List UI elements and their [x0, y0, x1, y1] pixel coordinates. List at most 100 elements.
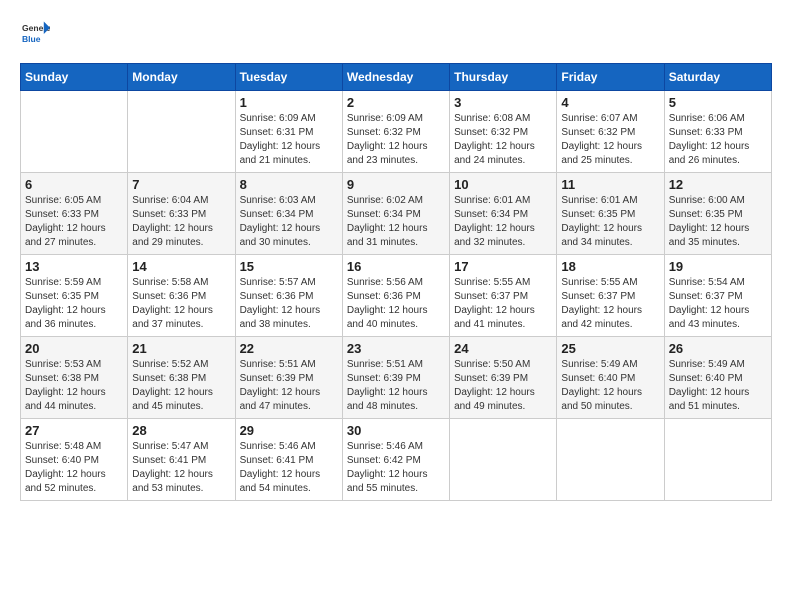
day-info: Sunrise: 5:57 AM Sunset: 6:36 PM Dayligh… [240, 276, 338, 332]
calendar-cell: 20Sunrise: 5:53 AM Sunset: 6:38 PM Dayli… [21, 337, 128, 419]
day-number: 30 [347, 423, 445, 438]
day-number: 28 [132, 423, 230, 438]
day-number: 2 [347, 95, 445, 110]
day-number: 11 [561, 177, 659, 192]
calendar-cell: 11 Sunrise: 6:01 AM Sunset: 6:35 PM Dayli… [557, 173, 664, 255]
logo-icon: General Blue [22, 20, 50, 48]
day-info: Sunrise: 5:46 AM Sunset: 6:41 PM Dayligh… [240, 440, 338, 496]
calendar-week-row: 6 Sunrise: 6:05 AM Sunset: 6:33 PM Daylig… [21, 173, 772, 255]
calendar-cell: 13Sunrise: 5:59 AM Sunset: 6:35 PM Dayli… [21, 255, 128, 337]
day-number: 18 [561, 259, 659, 274]
day-info: Sunrise: 6:07 AM Sunset: 6:32 PM Dayligh… [561, 112, 659, 168]
day-info: Sunrise: 5:51 AM Sunset: 6:39 PM Dayligh… [240, 358, 338, 414]
calendar-cell [664, 419, 771, 501]
calendar-cell: 6 Sunrise: 6:05 AM Sunset: 6:33 PM Daylig… [21, 173, 128, 255]
day-info: Sunrise: 6:05 AM Sunset: 6:33 PM Dayligh… [25, 194, 123, 250]
day-number: 16 [347, 259, 445, 274]
day-number: 19 [669, 259, 767, 274]
calendar-cell [557, 419, 664, 501]
day-info: Sunrise: 5:46 AM Sunset: 6:42 PM Dayligh… [347, 440, 445, 496]
calendar-cell [128, 91, 235, 173]
calendar-cell: 10 Sunrise: 6:01 AM Sunset: 6:34 PM Dayli… [450, 173, 557, 255]
day-number: 12 [669, 177, 767, 192]
day-number: 21 [132, 341, 230, 356]
calendar-cell: 9 Sunrise: 6:02 AM Sunset: 6:34 PM Daylig… [342, 173, 449, 255]
svg-text:Blue: Blue [22, 34, 41, 44]
day-number: 5 [669, 95, 767, 110]
day-info: Sunrise: 5:53 AM Sunset: 6:38 PM Dayligh… [25, 358, 123, 414]
weekday-header-cell: Sunday [21, 64, 128, 91]
calendar-table: SundayMondayTuesdayWednesdayThursdayFrid… [20, 63, 772, 501]
day-number: 17 [454, 259, 552, 274]
calendar-cell: 3 Sunrise: 6:08 AM Sunset: 6:32 PM Daylig… [450, 91, 557, 173]
day-info: Sunrise: 6:06 AM Sunset: 6:33 PM Dayligh… [669, 112, 767, 168]
day-info: Sunrise: 5:48 AM Sunset: 6:40 PM Dayligh… [25, 440, 123, 496]
weekday-header-cell: Wednesday [342, 64, 449, 91]
day-number: 3 [454, 95, 552, 110]
logo: General Blue [20, 20, 50, 53]
day-info: Sunrise: 5:58 AM Sunset: 6:36 PM Dayligh… [132, 276, 230, 332]
day-info: Sunrise: 6:08 AM Sunset: 6:32 PM Dayligh… [454, 112, 552, 168]
day-number: 9 [347, 177, 445, 192]
header: General Blue [20, 20, 772, 53]
day-info: Sunrise: 5:54 AM Sunset: 6:37 PM Dayligh… [669, 276, 767, 332]
day-info: Sunrise: 6:01 AM Sunset: 6:35 PM Dayligh… [561, 194, 659, 250]
calendar-cell: 5 Sunrise: 6:06 AM Sunset: 6:33 PM Daylig… [664, 91, 771, 173]
calendar-cell [21, 91, 128, 173]
day-number: 6 [25, 177, 123, 192]
day-info: Sunrise: 6:04 AM Sunset: 6:33 PM Dayligh… [132, 194, 230, 250]
calendar-cell: 25 Sunrise: 5:49 AM Sunset: 6:40 PM Dayli… [557, 337, 664, 419]
day-number: 10 [454, 177, 552, 192]
day-number: 24 [454, 341, 552, 356]
calendar-week-row: 13Sunrise: 5:59 AM Sunset: 6:35 PM Dayli… [21, 255, 772, 337]
day-info: Sunrise: 6:02 AM Sunset: 6:34 PM Dayligh… [347, 194, 445, 250]
day-info: Sunrise: 5:49 AM Sunset: 6:40 PM Dayligh… [561, 358, 659, 414]
calendar-cell: 24Sunrise: 5:50 AM Sunset: 6:39 PM Dayli… [450, 337, 557, 419]
calendar-week-row: 20Sunrise: 5:53 AM Sunset: 6:38 PM Dayli… [21, 337, 772, 419]
calendar-cell: 16 Sunrise: 5:56 AM Sunset: 6:36 PM Dayli… [342, 255, 449, 337]
calendar-cell: 7 Sunrise: 6:04 AM Sunset: 6:33 PM Daylig… [128, 173, 235, 255]
day-info: Sunrise: 5:55 AM Sunset: 6:37 PM Dayligh… [454, 276, 552, 332]
weekday-header-cell: Saturday [664, 64, 771, 91]
calendar-week-row: 27 Sunrise: 5:48 AM Sunset: 6:40 PM Dayli… [21, 419, 772, 501]
weekday-header-cell: Thursday [450, 64, 557, 91]
weekday-header-cell: Friday [557, 64, 664, 91]
day-info: Sunrise: 5:49 AM Sunset: 6:40 PM Dayligh… [669, 358, 767, 414]
day-info: Sunrise: 5:51 AM Sunset: 6:39 PM Dayligh… [347, 358, 445, 414]
calendar-cell: 15 Sunrise: 5:57 AM Sunset: 6:36 PM Dayli… [235, 255, 342, 337]
weekday-header-cell: Monday [128, 64, 235, 91]
calendar-cell: 4 Sunrise: 6:07 AM Sunset: 6:32 PM Daylig… [557, 91, 664, 173]
calendar-cell: 19 Sunrise: 5:54 AM Sunset: 6:37 PM Dayli… [664, 255, 771, 337]
day-number: 8 [240, 177, 338, 192]
day-number: 27 [25, 423, 123, 438]
calendar-cell: 28 Sunrise: 5:47 AM Sunset: 6:41 PM Dayli… [128, 419, 235, 501]
weekday-header-row: SundayMondayTuesdayWednesdayThursdayFrid… [21, 64, 772, 91]
calendar-cell: 18 Sunrise: 5:55 AM Sunset: 6:37 PM Dayli… [557, 255, 664, 337]
calendar-header: SundayMondayTuesdayWednesdayThursdayFrid… [21, 64, 772, 91]
day-number: 23 [347, 341, 445, 356]
calendar-cell: 22Sunrise: 5:51 AM Sunset: 6:39 PM Dayli… [235, 337, 342, 419]
day-number: 25 [561, 341, 659, 356]
day-number: 29 [240, 423, 338, 438]
calendar-cell: 29 Sunrise: 5:46 AM Sunset: 6:41 PM Dayli… [235, 419, 342, 501]
calendar-cell: 27 Sunrise: 5:48 AM Sunset: 6:40 PM Dayli… [21, 419, 128, 501]
day-info: Sunrise: 6:00 AM Sunset: 6:35 PM Dayligh… [669, 194, 767, 250]
day-info: Sunrise: 5:47 AM Sunset: 6:41 PM Dayligh… [132, 440, 230, 496]
calendar-week-row: 1Sunrise: 6:09 AM Sunset: 6:31 PM Daylig… [21, 91, 772, 173]
day-number: 15 [240, 259, 338, 274]
calendar-cell: 1Sunrise: 6:09 AM Sunset: 6:31 PM Daylig… [235, 91, 342, 173]
calendar-cell: 17 Sunrise: 5:55 AM Sunset: 6:37 PM Dayli… [450, 255, 557, 337]
day-number: 7 [132, 177, 230, 192]
day-info: Sunrise: 5:59 AM Sunset: 6:35 PM Dayligh… [25, 276, 123, 332]
day-number: 4 [561, 95, 659, 110]
calendar-cell: 26Sunrise: 5:49 AM Sunset: 6:40 PM Dayli… [664, 337, 771, 419]
day-info: Sunrise: 5:52 AM Sunset: 6:38 PM Dayligh… [132, 358, 230, 414]
calendar-cell: 30 Sunrise: 5:46 AM Sunset: 6:42 PM Dayli… [342, 419, 449, 501]
day-info: Sunrise: 6:09 AM Sunset: 6:31 PM Dayligh… [240, 112, 338, 168]
day-info: Sunrise: 6:03 AM Sunset: 6:34 PM Dayligh… [240, 194, 338, 250]
day-info: Sunrise: 6:09 AM Sunset: 6:32 PM Dayligh… [347, 112, 445, 168]
day-info: Sunrise: 5:56 AM Sunset: 6:36 PM Dayligh… [347, 276, 445, 332]
day-info: Sunrise: 5:55 AM Sunset: 6:37 PM Dayligh… [561, 276, 659, 332]
calendar-cell: 14Sunrise: 5:58 AM Sunset: 6:36 PM Dayli… [128, 255, 235, 337]
day-info: Sunrise: 6:01 AM Sunset: 6:34 PM Dayligh… [454, 194, 552, 250]
